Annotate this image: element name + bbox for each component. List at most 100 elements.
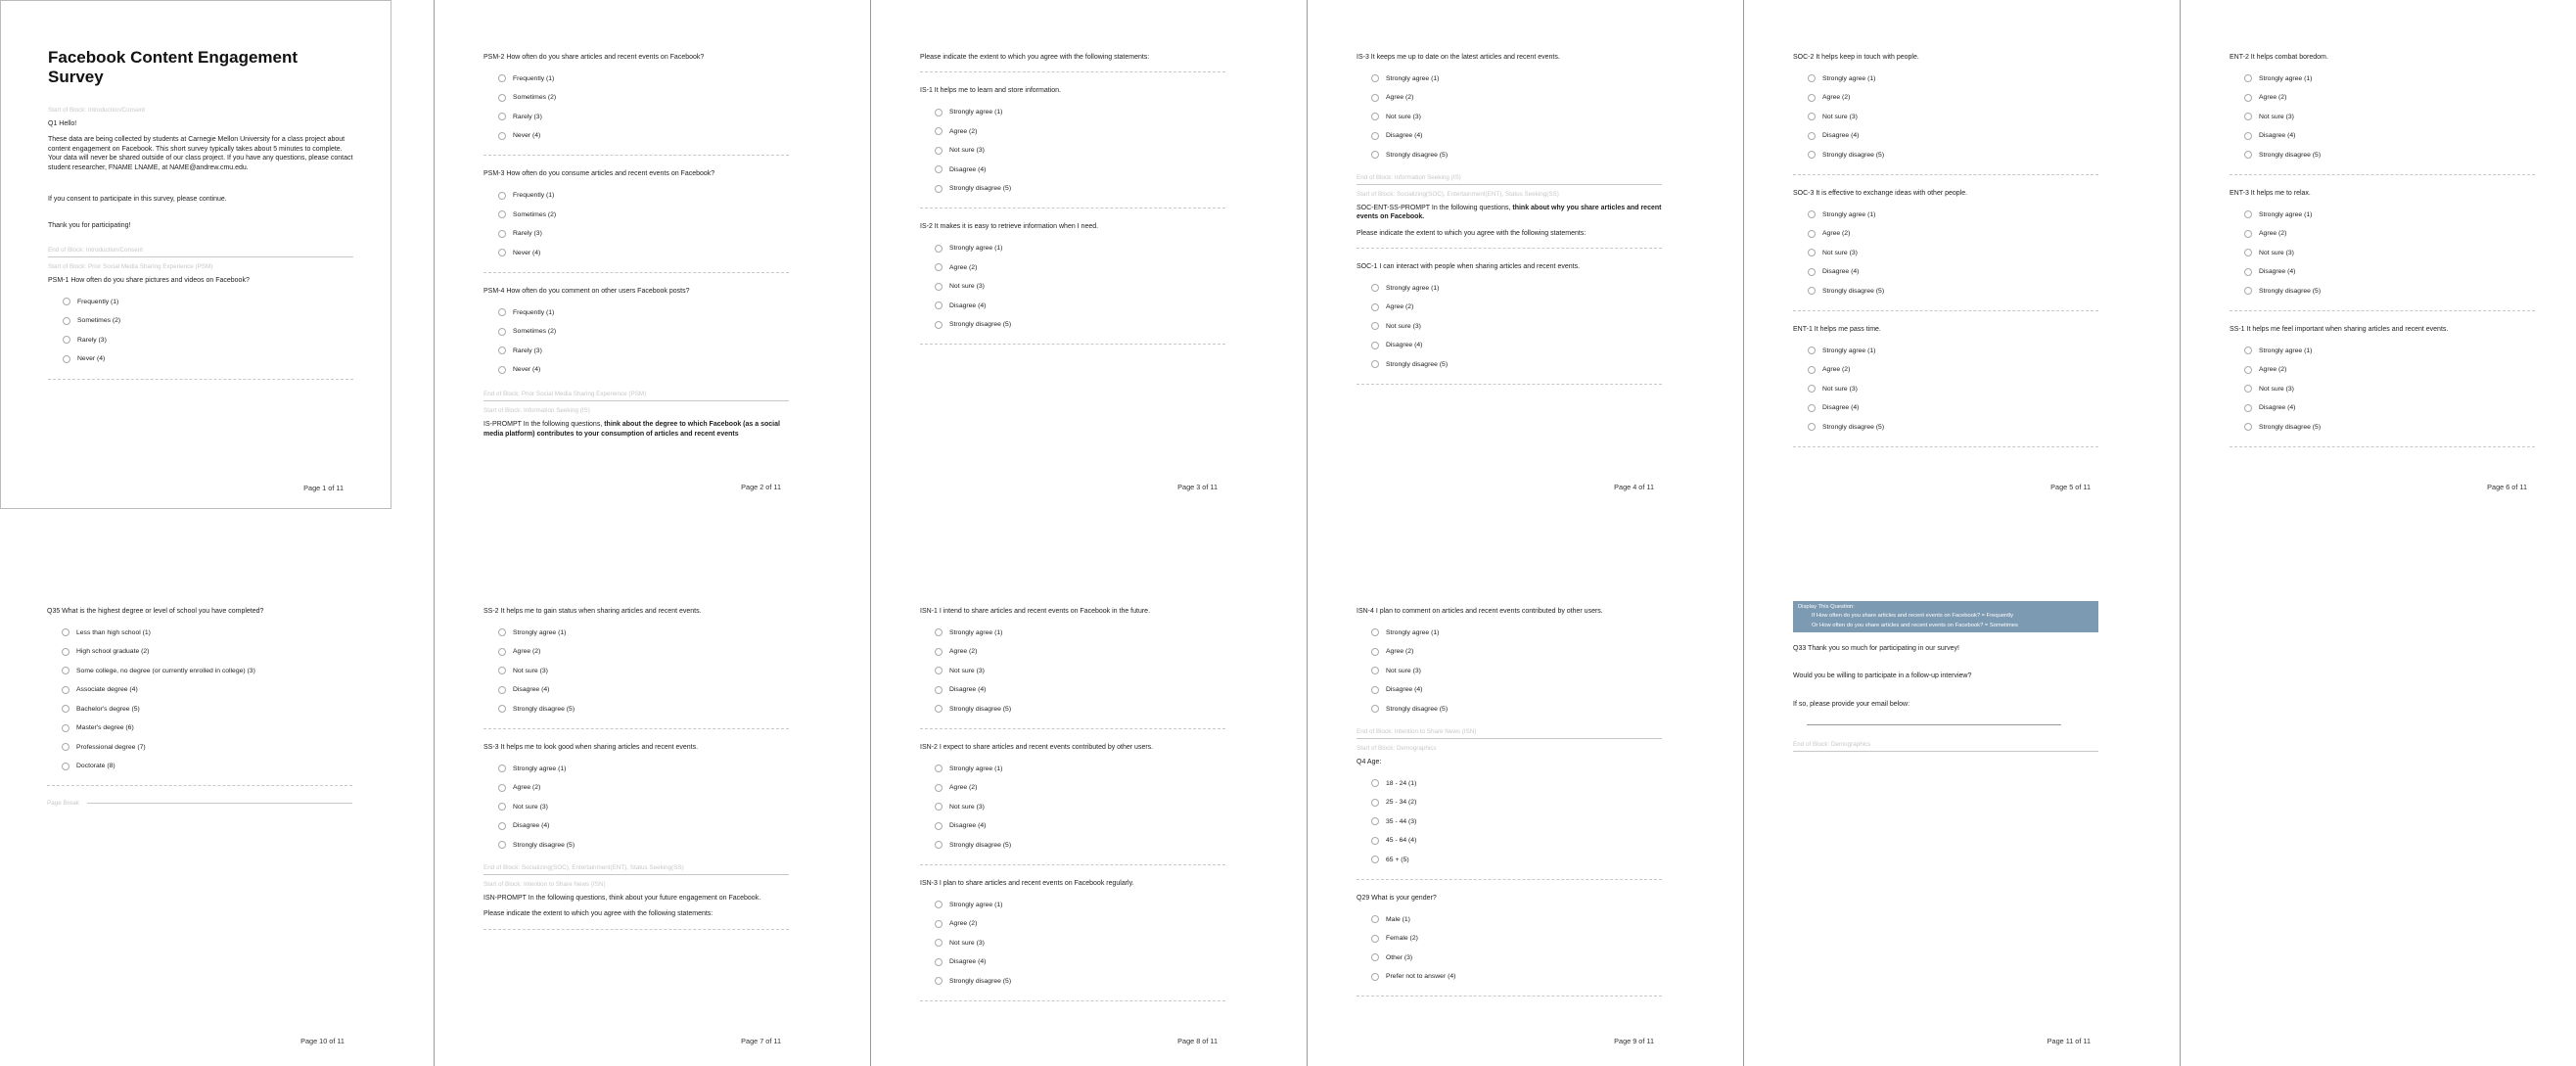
radio-button[interactable] bbox=[935, 765, 943, 773]
radio-button[interactable] bbox=[2244, 287, 2252, 296]
radio-button[interactable] bbox=[498, 783, 506, 792]
radio-button[interactable] bbox=[1371, 151, 1379, 160]
radio-button[interactable] bbox=[935, 146, 943, 155]
radio-button[interactable] bbox=[935, 244, 943, 253]
answer-option[interactable]: Strongly disagree (5) bbox=[498, 699, 789, 718]
radio-button[interactable] bbox=[935, 301, 943, 310]
answer-option[interactable]: Strongly agree (1) bbox=[1808, 205, 2098, 224]
radio-button[interactable] bbox=[1808, 74, 1816, 83]
answer-option[interactable]: Disagree (4) bbox=[935, 816, 1225, 836]
radio-button[interactable] bbox=[935, 803, 943, 811]
radio-button[interactable] bbox=[2244, 151, 2252, 160]
answer-option[interactable]: Agree (2) bbox=[498, 642, 789, 662]
radio-button[interactable] bbox=[1371, 685, 1379, 694]
radio-button[interactable] bbox=[1371, 322, 1379, 331]
radio-button[interactable] bbox=[935, 628, 943, 637]
radio-button[interactable] bbox=[1371, 856, 1379, 864]
radio-button[interactable] bbox=[1808, 385, 1816, 394]
answer-option[interactable]: Not sure (3) bbox=[498, 797, 789, 816]
radio-button[interactable] bbox=[498, 821, 506, 830]
answer-option[interactable]: Bachelor's degree (5) bbox=[62, 699, 352, 718]
radio-button[interactable] bbox=[498, 308, 506, 317]
radio-button[interactable] bbox=[498, 93, 506, 102]
radio-button[interactable] bbox=[2244, 229, 2252, 238]
answer-option[interactable]: Agree (2) bbox=[935, 778, 1225, 798]
answer-option[interactable]: Not sure (3) bbox=[935, 141, 1225, 161]
radio-button[interactable] bbox=[935, 685, 943, 694]
answer-option[interactable]: Disagree (4) bbox=[1808, 398, 2098, 418]
answer-option[interactable]: Disagree (4) bbox=[2244, 262, 2535, 282]
radio-button[interactable] bbox=[2244, 113, 2252, 121]
answer-option[interactable]: Strongly disagree (5) bbox=[1808, 281, 2098, 301]
answer-option[interactable]: Strongly disagree (5) bbox=[2244, 145, 2535, 164]
radio-button[interactable] bbox=[1371, 93, 1379, 102]
radio-button[interactable] bbox=[1371, 647, 1379, 656]
answer-option[interactable]: Never (4) bbox=[63, 349, 353, 369]
radio-button[interactable] bbox=[2244, 423, 2252, 432]
radio-button[interactable] bbox=[63, 316, 70, 325]
answer-option[interactable]: Not sure (3) bbox=[1371, 661, 1662, 680]
radio-button[interactable] bbox=[62, 685, 69, 694]
answer-option[interactable]: Some college, no degree (or currently en… bbox=[62, 661, 352, 680]
answer-option[interactable]: Frequently (1) bbox=[498, 69, 789, 88]
answer-option[interactable]: Not sure (3) bbox=[935, 933, 1225, 952]
answer-option[interactable]: Strongly agree (1) bbox=[1808, 341, 2098, 360]
answer-option[interactable]: 35 - 44 (3) bbox=[1371, 811, 1662, 831]
radio-button[interactable] bbox=[935, 282, 943, 291]
answer-option[interactable]: Frequently (1) bbox=[498, 186, 789, 206]
answer-option[interactable]: Strongly disagree (5) bbox=[2244, 417, 2535, 437]
answer-option[interactable]: Strongly disagree (5) bbox=[1371, 355, 1662, 375]
radio-button[interactable] bbox=[498, 647, 506, 656]
radio-button[interactable] bbox=[2244, 131, 2252, 140]
radio-button[interactable] bbox=[2244, 365, 2252, 374]
radio-button[interactable] bbox=[498, 229, 506, 238]
answer-option[interactable]: Strongly disagree (5) bbox=[935, 699, 1225, 718]
answer-option[interactable]: Sometimes (2) bbox=[498, 322, 789, 342]
radio-button[interactable] bbox=[62, 743, 69, 752]
answer-option[interactable]: Frequently (1) bbox=[498, 302, 789, 322]
answer-option[interactable]: Disagree (4) bbox=[1371, 126, 1662, 146]
radio-button[interactable] bbox=[1808, 249, 1816, 257]
radio-button[interactable] bbox=[498, 249, 506, 257]
answer-option[interactable]: Other (3) bbox=[1371, 948, 1662, 967]
answer-option[interactable]: 25 - 34 (2) bbox=[1371, 793, 1662, 812]
radio-button[interactable] bbox=[935, 184, 943, 193]
answer-option[interactable]: Agree (2) bbox=[1808, 224, 2098, 244]
answer-option[interactable]: Rarely (3) bbox=[498, 224, 789, 244]
answer-option[interactable]: Strongly agree (1) bbox=[1371, 623, 1662, 642]
answer-option[interactable]: Never (4) bbox=[498, 360, 789, 380]
answer-option[interactable]: Disagree (4) bbox=[935, 160, 1225, 179]
answer-option[interactable]: Not sure (3) bbox=[1371, 317, 1662, 337]
radio-button[interactable] bbox=[1371, 341, 1379, 349]
answer-option[interactable]: Master's degree (6) bbox=[62, 718, 352, 738]
answer-option[interactable]: Strongly agree (1) bbox=[2244, 205, 2535, 224]
answer-option[interactable]: Strongly agree (1) bbox=[935, 623, 1225, 642]
answer-option[interactable]: Agree (2) bbox=[1371, 298, 1662, 317]
radio-button[interactable] bbox=[2244, 403, 2252, 412]
radio-button[interactable] bbox=[935, 320, 943, 329]
radio-button[interactable] bbox=[1808, 423, 1816, 432]
radio-button[interactable] bbox=[2244, 267, 2252, 276]
radio-button[interactable] bbox=[935, 783, 943, 792]
radio-button[interactable] bbox=[1371, 284, 1379, 293]
answer-option[interactable]: Disagree (4) bbox=[1808, 262, 2098, 282]
answer-option[interactable]: Agree (2) bbox=[498, 778, 789, 798]
radio-button[interactable] bbox=[935, 108, 943, 116]
answer-option[interactable]: Disagree (4) bbox=[935, 296, 1225, 315]
radio-button[interactable] bbox=[935, 919, 943, 928]
radio-button[interactable] bbox=[498, 365, 506, 374]
radio-button[interactable] bbox=[935, 939, 943, 948]
answer-option[interactable]: Disagree (4) bbox=[498, 680, 789, 700]
answer-option[interactable]: Sometimes (2) bbox=[63, 311, 353, 331]
answer-option[interactable]: Rarely (3) bbox=[498, 107, 789, 126]
answer-option[interactable]: Rarely (3) bbox=[498, 341, 789, 360]
radio-button[interactable] bbox=[1808, 151, 1816, 160]
radio-button[interactable] bbox=[1371, 817, 1379, 826]
answer-option[interactable]: Strongly disagree (5) bbox=[935, 179, 1225, 199]
radio-button[interactable] bbox=[1808, 347, 1816, 355]
answer-option[interactable]: Not sure (3) bbox=[1808, 243, 2098, 262]
answer-option[interactable]: Not sure (3) bbox=[1371, 107, 1662, 126]
radio-button[interactable] bbox=[1808, 210, 1816, 219]
radio-button[interactable] bbox=[935, 667, 943, 675]
radio-button[interactable] bbox=[498, 803, 506, 811]
